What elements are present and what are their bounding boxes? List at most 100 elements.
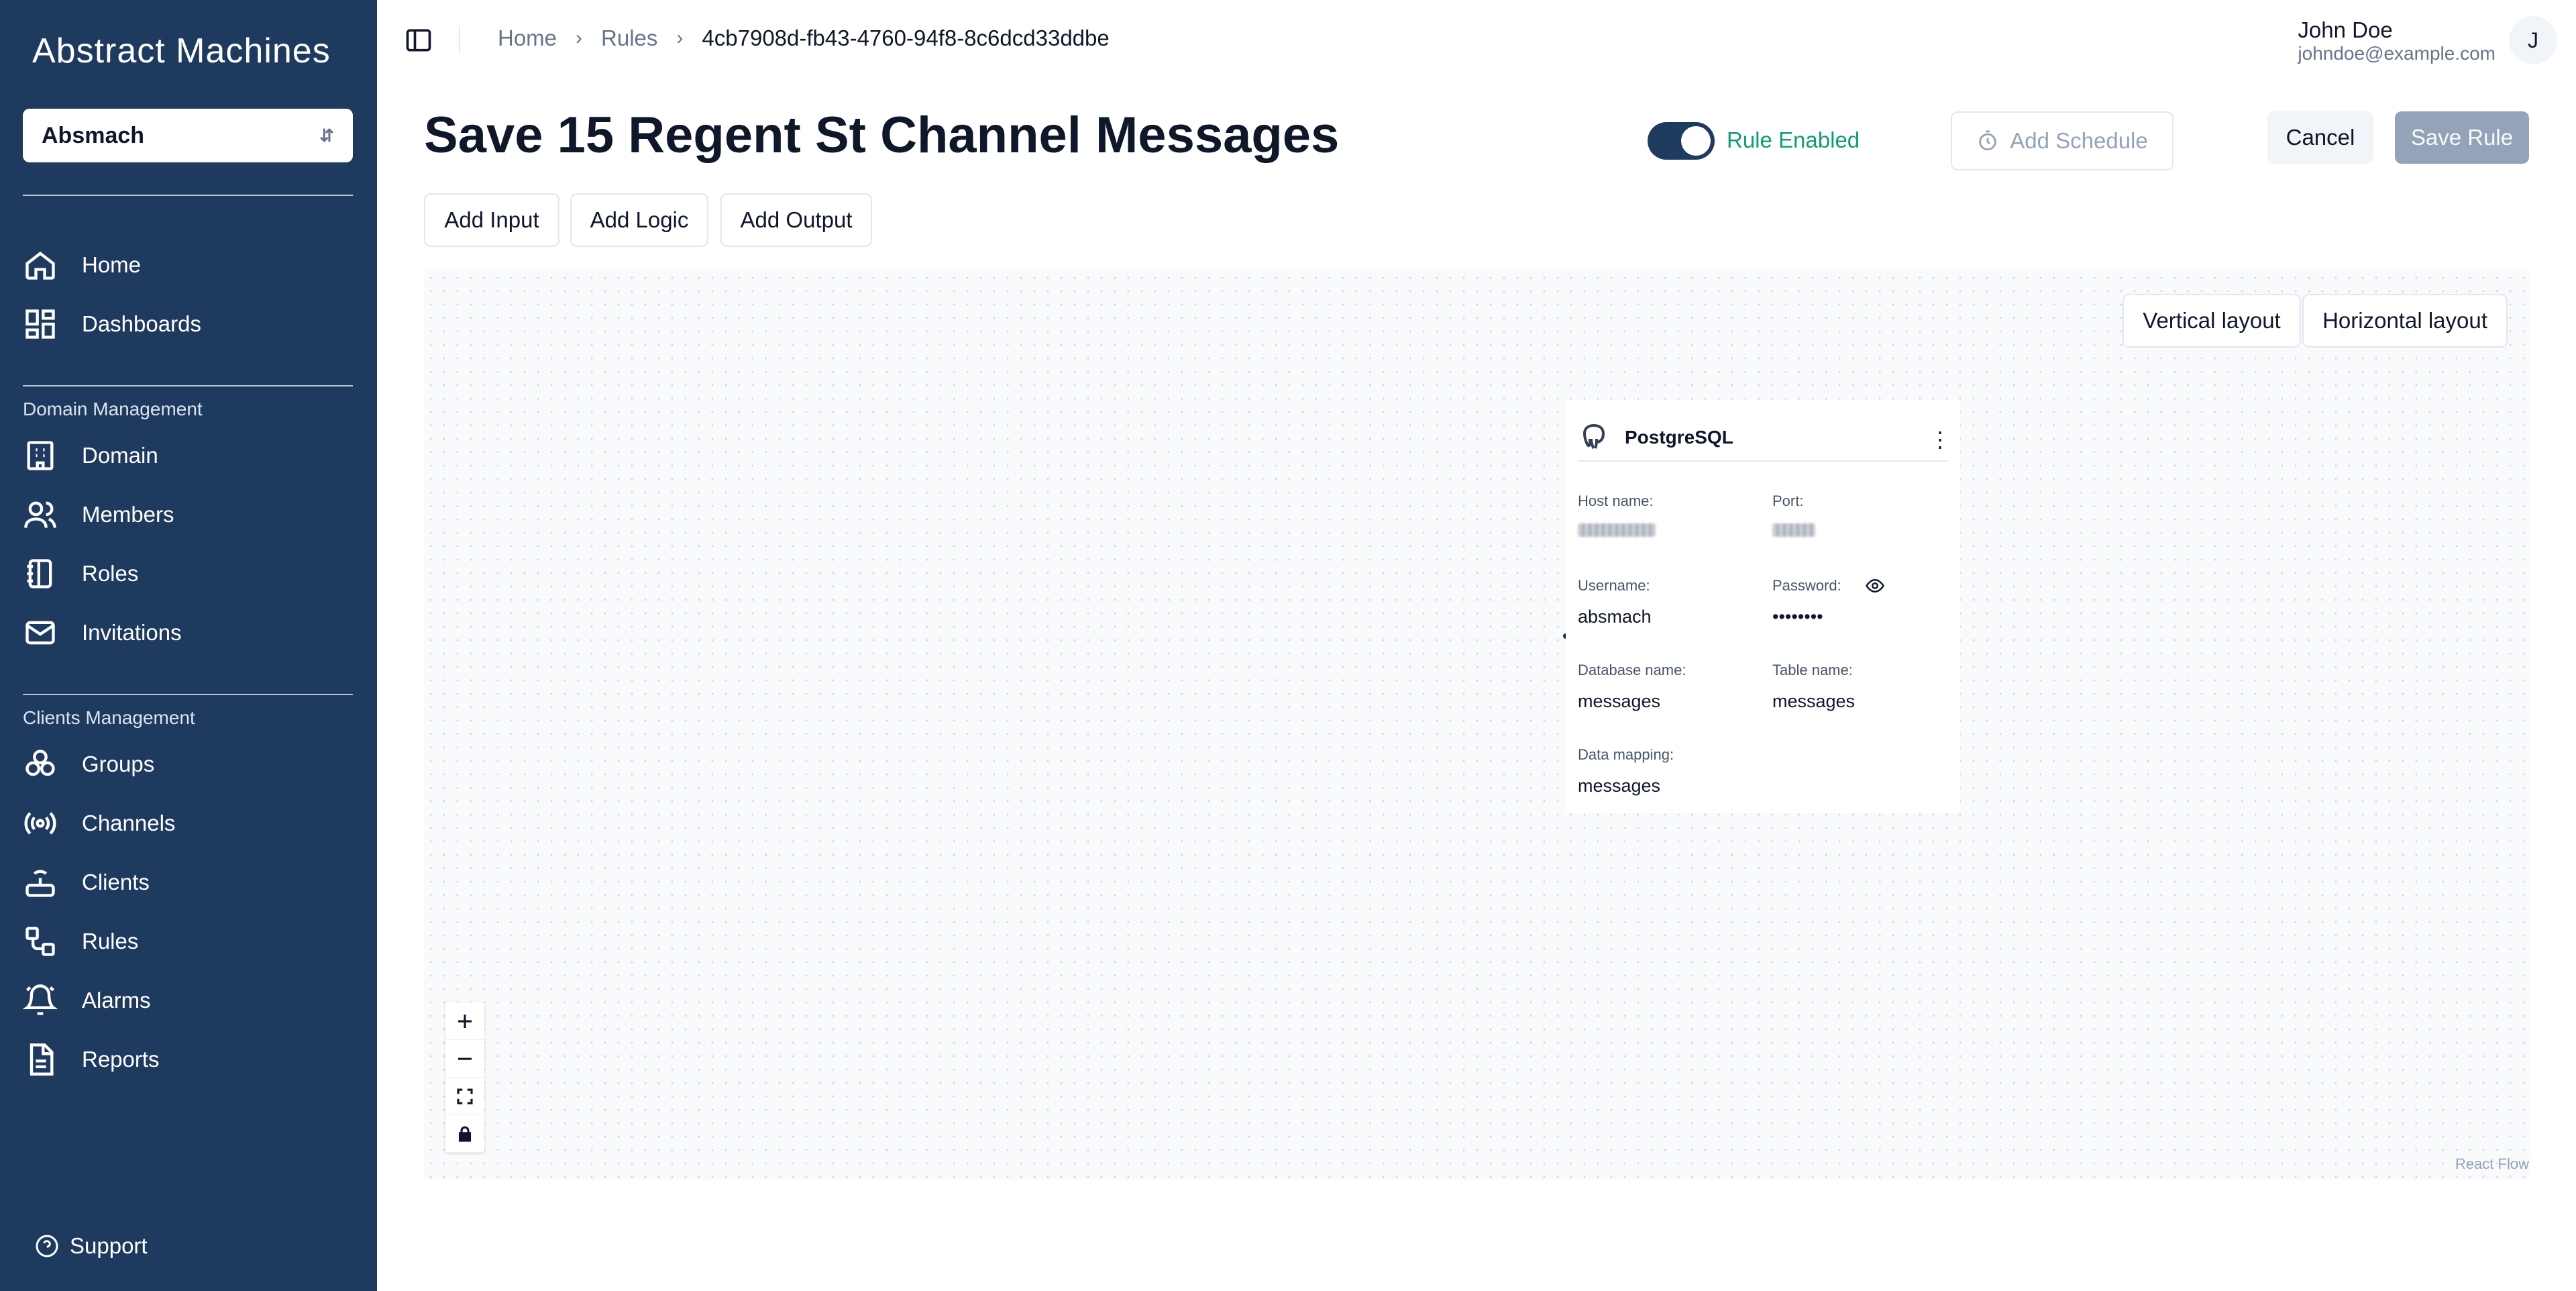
sidebar-item-domain[interactable]: Domain (23, 432, 158, 479)
mapping-value: messages (1578, 776, 1661, 796)
horizontal-layout-button[interactable]: Horizontal layout (2302, 294, 2508, 348)
sidebar-item-label: Channels (82, 811, 176, 835)
topbar: Home › Rules › 4cb7908d-fb43-4760-94f8-8… (377, 0, 2576, 81)
breadcrumb-rules[interactable]: Rules (601, 25, 657, 51)
sidebar-item-label: Reports (82, 1047, 160, 1072)
help-circle-icon (36, 1235, 58, 1257)
sidebar-item-label: Home (82, 252, 142, 277)
sidebar-item-roles[interactable]: Roles (23, 550, 138, 597)
home-icon (25, 251, 55, 280)
user-email: johndoe@example.com (2298, 43, 2496, 64)
host-label: Host name: (1578, 493, 1654, 509)
save-rule-button[interactable]: Save Rule (2395, 111, 2529, 164)
mapping-label: Data mapping: (1578, 746, 1674, 763)
minus-icon (458, 1057, 472, 1060)
password-label: Password: (1772, 577, 1841, 594)
add-schedule-button[interactable]: Add Schedule (1951, 111, 2174, 170)
vertical-layout-button[interactable]: Vertical layout (2123, 294, 2301, 348)
add-schedule-label: Add Schedule (2010, 128, 2148, 153)
postgresql-elephant-icon (1578, 421, 1610, 454)
workspace-selector[interactable]: Absmach ⇵ (23, 109, 353, 162)
sidebar-item-label: Alarms (82, 988, 151, 1013)
add-logic-button[interactable]: Add Logic (570, 193, 708, 247)
rule-enabled-toggle[interactable] (1648, 122, 1715, 160)
password-value: •••••••• (1772, 607, 1823, 627)
sidebar-item-dashboards[interactable]: Dashboards (23, 301, 201, 348)
sidebar-item-label: Dashboards (82, 311, 201, 336)
sidebar: Abstract Machines Absmach ⇵ Home Dashboa… (0, 0, 377, 1291)
lock-icon (458, 1126, 472, 1142)
chevron-up-down-icon: ⇵ (319, 125, 334, 146)
chevron-right-icon: › (576, 27, 583, 49)
user-info[interactable]: John Doe johndoe@example.com (2298, 17, 2496, 64)
postgresql-node[interactable]: PostgreSQL ⋮ Host name: Port: Username: … (1566, 400, 1960, 813)
sidebar-item-groups[interactable]: Groups (23, 741, 154, 788)
building-icon (27, 441, 54, 470)
workflow-icon (25, 927, 55, 956)
bell-icon (23, 984, 58, 1015)
react-flow-attribution[interactable]: React Flow (2455, 1155, 2529, 1173)
breadcrumb-home[interactable]: Home (498, 25, 557, 51)
host-value-redacted (1578, 523, 1656, 537)
router-icon (25, 870, 55, 897)
add-output-button[interactable]: Add Output (720, 193, 872, 247)
zoom-in-button[interactable] (445, 1002, 484, 1040)
database-label: Database name: (1578, 662, 1686, 678)
breadcrumb: Home › Rules › 4cb7908d-fb43-4760-94f8-8… (498, 25, 1110, 51)
sidebar-item-home[interactable]: Home (23, 242, 141, 289)
flow-canvas[interactable] (424, 271, 2529, 1180)
plus-icon (458, 1014, 472, 1028)
eye-icon[interactable] (1865, 576, 1885, 596)
zoom-out-button[interactable] (445, 1040, 484, 1078)
users-icon (24, 501, 56, 528)
notebook-icon (27, 559, 52, 588)
app-logo: Abstract Machines (32, 32, 331, 70)
breadcrumb-current: 4cb7908d-fb43-4760-94f8-8c6dcd33ddbe (702, 25, 1110, 50)
node-title: PostgreSQL (1625, 427, 1733, 448)
node-header: PostgreSQL (1578, 415, 1948, 462)
page-title: Save 15 Regent St Channel Messages (424, 107, 1340, 164)
timer-icon (1979, 130, 1996, 151)
rule-enabled-label: Rule Enabled (1727, 127, 1860, 152)
workspace-name: Absmach (42, 122, 145, 148)
more-vertical-icon[interactable]: ⋮ (1929, 427, 1951, 452)
sidebar-item-label: Rules (82, 929, 139, 953)
fit-view-button[interactable] (445, 1078, 484, 1115)
username-value: absmach (1578, 607, 1652, 627)
table-label: Table name: (1772, 662, 1853, 678)
groups-icon (25, 750, 55, 776)
sidebar-item-members[interactable]: Members (23, 491, 174, 538)
user-name: John Doe (2298, 17, 2393, 42)
sidebar-item-rules[interactable]: Rules (23, 918, 138, 965)
sidebar-item-reports[interactable]: Reports (23, 1036, 160, 1083)
cancel-button[interactable]: Cancel (2267, 111, 2373, 164)
chevron-right-icon: › (676, 27, 684, 49)
sidebar-toggle-button[interactable] (404, 25, 433, 55)
radio-icon (24, 812, 56, 835)
lock-button[interactable] (445, 1115, 484, 1153)
sidebar-item-label: Roles (82, 561, 139, 586)
add-input-button[interactable]: Add Input (424, 193, 559, 247)
mail-icon (25, 621, 55, 645)
sidebar-item-channels[interactable]: Channels (23, 800, 175, 847)
support-link[interactable]: Support (35, 1233, 148, 1259)
username-label: Username: (1578, 577, 1650, 594)
section-title-clients: Clients Management (23, 707, 195, 728)
database-value: messages (1578, 691, 1661, 711)
sidebar-divider (23, 385, 353, 386)
sidebar-item-clients[interactable]: Clients (23, 859, 150, 906)
fullscreen-icon (457, 1088, 473, 1104)
panel-left-icon (406, 29, 431, 52)
sidebar-item-invitations[interactable]: Invitations (23, 609, 182, 656)
sidebar-item-label: Invitations (82, 620, 182, 645)
avatar[interactable]: J (2509, 16, 2557, 64)
port-value-redacted (1772, 523, 1815, 537)
topbar-divider (459, 25, 460, 54)
section-title-domain: Domain Management (23, 399, 203, 419)
sidebar-item-label: Domain (82, 443, 158, 468)
sidebar-item-label: Clients (82, 870, 150, 894)
table-value: messages (1772, 691, 1856, 711)
sidebar-item-alarms[interactable]: Alarms (23, 977, 151, 1024)
report-icon (30, 1043, 54, 1076)
port-label: Port: (1772, 493, 1804, 509)
